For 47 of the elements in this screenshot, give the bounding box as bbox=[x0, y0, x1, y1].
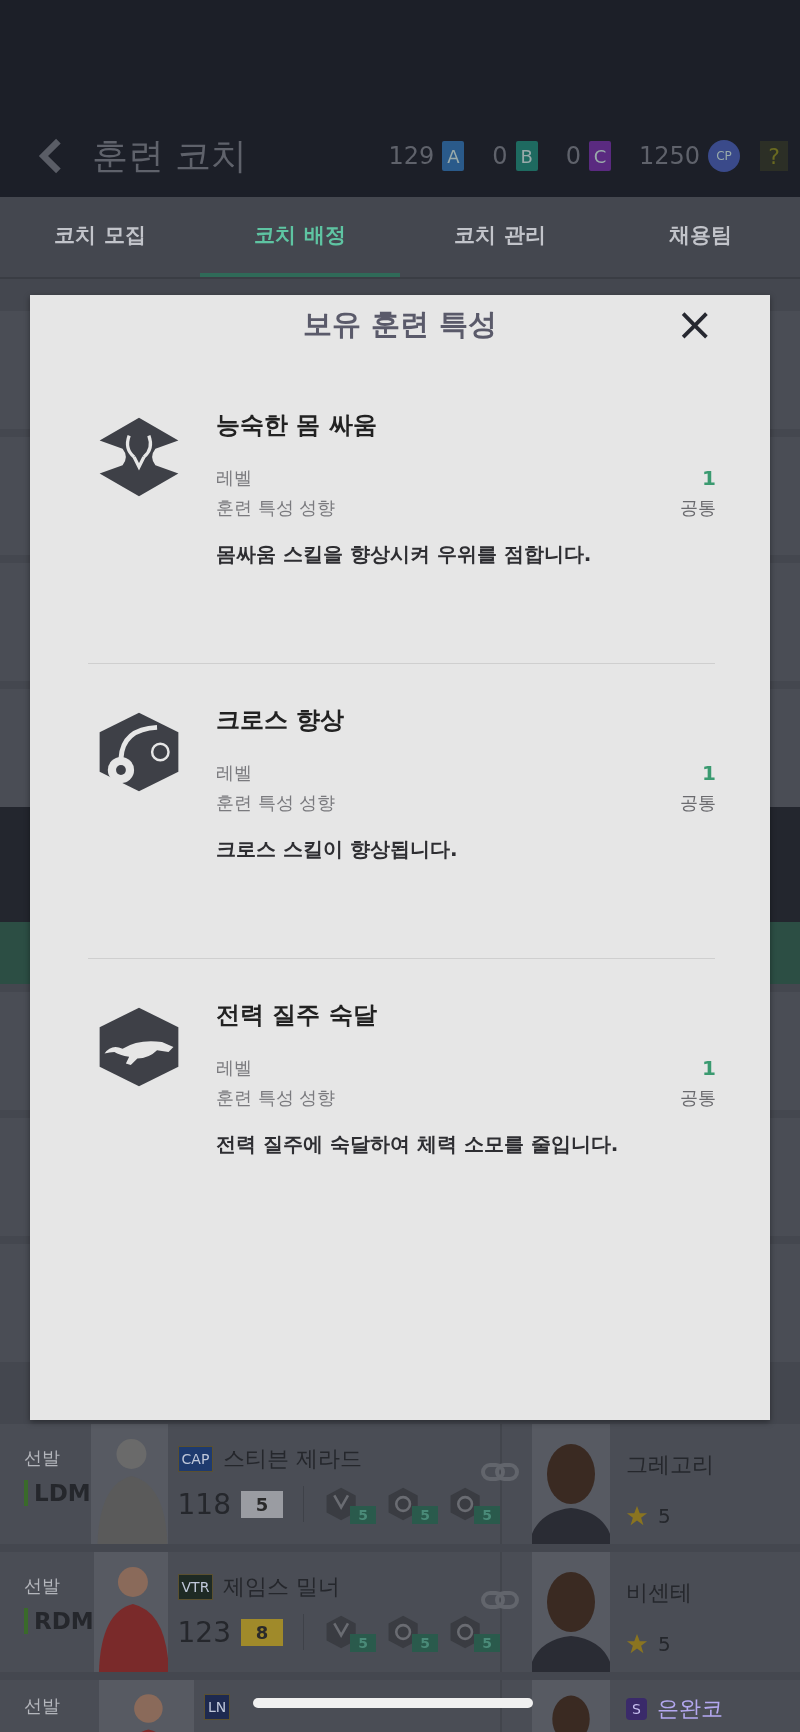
currency-badge: B bbox=[515, 141, 538, 171]
star-icon bbox=[626, 1633, 648, 1655]
tendency-value: 공통 bbox=[680, 496, 716, 520]
close-button[interactable]: × bbox=[669, 301, 720, 347]
currency-badge: C bbox=[588, 141, 611, 171]
tab[interactable]: 코치 관리 bbox=[400, 197, 600, 277]
trait-description: 전력 질주에 숙달하여 체력 소모를 줄입니다. bbox=[216, 1131, 620, 1158]
currency-amount: 1250 bbox=[638, 142, 700, 170]
level-label: 레벨 bbox=[216, 1056, 252, 1080]
currency-amount: 0 bbox=[492, 142, 508, 170]
slot-label: 선발 bbox=[24, 1694, 61, 1718]
grade-badge: 8 bbox=[241, 1618, 283, 1646]
tendency-label: 훈련 특성 성향 bbox=[216, 496, 336, 520]
page-title: 훈련 코치 bbox=[92, 133, 249, 178]
level-label: 레벨 bbox=[216, 466, 252, 490]
star-icon bbox=[626, 1505, 648, 1527]
tendency-label: 훈련 특성 성향 bbox=[216, 1086, 336, 1110]
currency-amount: 0 bbox=[565, 142, 581, 170]
tendency-label: 훈련 특성 성향 bbox=[216, 791, 336, 815]
dialog-title: 보유 훈련 특성 bbox=[302, 306, 498, 343]
link-icon[interactable] bbox=[480, 1588, 520, 1612]
coach-tier-badge: S bbox=[626, 1698, 647, 1720]
tendency-value: 공통 bbox=[680, 791, 716, 815]
player-tag: CAP bbox=[177, 1446, 214, 1472]
currency-amount: 129 bbox=[388, 142, 435, 170]
trait-name: 크로스 향상 bbox=[216, 705, 346, 736]
slot-label: 선발 bbox=[24, 1574, 61, 1598]
player-tag: LN bbox=[204, 1694, 231, 1720]
tab[interactable]: 코치 모집 bbox=[0, 197, 200, 277]
currency-badge: CP bbox=[708, 140, 740, 172]
level-label: 레벨 bbox=[216, 761, 252, 785]
grade-badge: 5 bbox=[241, 1490, 283, 1518]
slot-label: 선발 bbox=[24, 1446, 61, 1470]
currency-badge: A bbox=[442, 141, 465, 171]
trait-name: 전력 질주 숙달 bbox=[216, 1000, 378, 1031]
coach-name: 은완코 bbox=[656, 1695, 723, 1723]
level-value: 1 bbox=[702, 466, 716, 490]
level-value: 1 bbox=[702, 761, 716, 785]
trait-name: 능숙한 몸 싸움 bbox=[216, 410, 378, 441]
tendency-value: 공통 bbox=[680, 1086, 716, 1110]
trait-description: 몸싸움 스킬을 향상시켜 우위를 점합니다. bbox=[216, 541, 593, 568]
back-icon[interactable] bbox=[36, 136, 64, 176]
level-value: 1 bbox=[702, 1056, 716, 1080]
link-icon[interactable] bbox=[480, 1460, 520, 1484]
player-tag: VTR bbox=[177, 1574, 214, 1600]
trait-description: 크로스 스킬이 향상됩니다. bbox=[216, 836, 459, 863]
tab[interactable]: 채용팀 bbox=[600, 197, 800, 277]
